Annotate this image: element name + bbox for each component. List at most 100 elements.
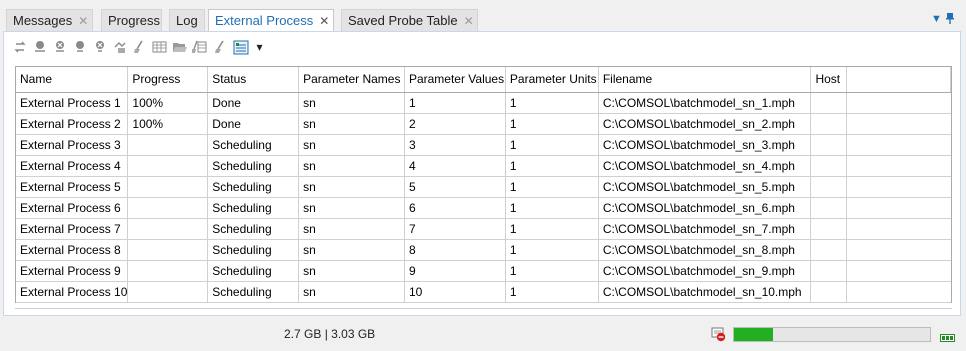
table-cell: External Process 4 [16,155,129,177]
table-cell: 9 [404,260,506,282]
table-cell [810,92,848,114]
table-cell: Done [207,113,300,135]
tab-progress[interactable]: Progress [101,9,162,32]
table-cell [810,155,848,177]
table-cell: External Process 6 [16,197,129,219]
tab-external-process[interactable]: External Process ✕ [208,9,334,33]
view-menu-icon[interactable]: ▼ [931,13,942,25]
table-row[interactable]: External Process 7 Scheduling sn 7 1 C:\COMSO… [16,218,951,240]
stop-computation-icon[interactable] [711,327,726,342]
open-folder-icon[interactable] [172,40,187,55]
table-cell: Scheduling [207,218,300,240]
tab-bar: Messages ✕ Progress Log External Process ✕… [0,0,966,33]
table-cell: sn [298,197,405,219]
table-cell: 1 [505,281,599,303]
pin-icon[interactable] [946,13,954,26]
table-cell [127,281,209,303]
table-row[interactable]: External Process 2 100% Done sn 2 1 C:\COMSOL\… [16,113,951,135]
table-cell [127,176,209,198]
tab-log[interactable]: Log [169,9,205,32]
close-icon[interactable]: ✕ [319,14,329,28]
table-cell: External Process 8 [16,239,129,261]
table-cell: sn [298,218,405,240]
table-cell: Scheduling [207,260,300,282]
table-cell: 1 [505,176,599,198]
clear-table-icon[interactable] [192,40,207,55]
close-icon[interactable]: ✕ [78,14,88,28]
toolbar: ▾ [12,38,312,58]
table-cell: C:\COMSOL\batchmodel_sn_10.mph [598,281,812,303]
plot-icon[interactable] [232,40,250,55]
column-header-filename[interactable]: Filename [598,67,812,93]
table-cell: 1 [505,260,599,282]
table-cell [127,239,209,261]
table-row[interactable]: External Process 8 Scheduling sn 8 1 C:\COMSO… [16,239,951,261]
table-cell [810,134,848,156]
table-cell: 7 [404,218,506,240]
table-cell: 4 [404,155,506,177]
table-cell: External Process 5 [16,176,129,198]
table-row[interactable]: External Process 3 Scheduling sn 3 1 C:\COMSO… [16,134,951,156]
tab-label: Messages [13,13,73,28]
tab-saved-probe-table[interactable]: Saved Probe Table ✕ [341,9,478,32]
column-header-host[interactable]: Host [810,67,848,93]
tab-messages[interactable]: Messages ✕ [6,9,93,32]
table-row[interactable]: External Process 6 Scheduling sn 6 1 C:\COMSO… [16,197,951,219]
table-cell [127,155,209,177]
column-header-parameter-names[interactable]: Parameter Names [298,67,405,93]
table-cell: C:\COMSOL\batchmodel_sn_6.mph [598,197,812,219]
table-cell: Scheduling [207,176,300,198]
horizontal-scrollbar[interactable] [15,303,952,309]
chevron-down-icon[interactable]: ▾ [252,40,267,55]
table-cell: Scheduling [207,155,300,177]
table-cell: 8 [404,239,506,261]
table-cell: sn [298,113,405,135]
table-row[interactable]: External Process 4 Scheduling sn 4 1 C:\COMSO… [16,155,951,177]
table-cell: sn [298,176,405,198]
table-cell: Scheduling [207,239,300,261]
table-cell [810,281,848,303]
attach-icon[interactable] [112,40,127,55]
table-cell [810,176,848,198]
memory-indicator-icon [940,331,956,342]
table-cell: 1 [505,239,599,261]
table-row[interactable]: External Process 9 Scheduling sn 9 1 C:\COMSO… [16,260,951,282]
column-header-name[interactable]: Name [16,67,129,93]
table-cell-filler [846,281,951,303]
table-cell [810,113,848,135]
table-cell-filler [846,239,951,261]
table-cell-filler [846,218,951,240]
close-icon[interactable]: ✕ [464,14,474,28]
table-cell: External Process 3 [16,134,129,156]
clear-icon[interactable] [92,40,107,55]
table-cell-filler [846,260,951,282]
table-row[interactable]: External Process 5 Scheduling sn 5 1 C:\COMSO… [16,176,951,198]
cancel-icon[interactable] [52,40,67,55]
table-cell: C:\COMSOL\batchmodel_sn_9.mph [598,260,812,282]
table-row[interactable]: External Process 1 100% Done sn 1 1 C:\COMSOL\… [16,92,951,114]
table-cell: External Process 1 [16,92,129,114]
column-header-status[interactable]: Status [207,67,300,93]
table-cell: 1 [404,92,506,114]
table-cell [127,260,209,282]
table-cell-filler [846,134,951,156]
table-cell: 1 [505,218,599,240]
table-cell [810,239,848,261]
table-cell: 1 [505,134,599,156]
broom-icon[interactable] [131,40,146,55]
column-header-progress[interactable]: Progress [127,67,209,93]
run-icon[interactable] [32,40,47,55]
table-cell-filler [846,176,951,198]
stop-icon[interactable] [72,40,87,55]
table-cell: sn [298,134,405,156]
column-header-parameter-units[interactable]: Parameter Units [505,67,599,93]
broom-icon[interactable] [212,40,227,55]
table-row[interactable]: External Process 10 Scheduling sn 10 1 C:\COM… [16,281,951,303]
table-cell: C:\COMSOL\batchmodel_sn_3.mph [598,134,812,156]
table-icon[interactable] [152,40,167,55]
table-cell: sn [298,92,405,114]
column-header-parameter-values[interactable]: Parameter Values [404,67,506,93]
table-cell: 100% [127,113,209,135]
refresh-icon[interactable] [12,40,27,55]
table-cell [810,218,848,240]
